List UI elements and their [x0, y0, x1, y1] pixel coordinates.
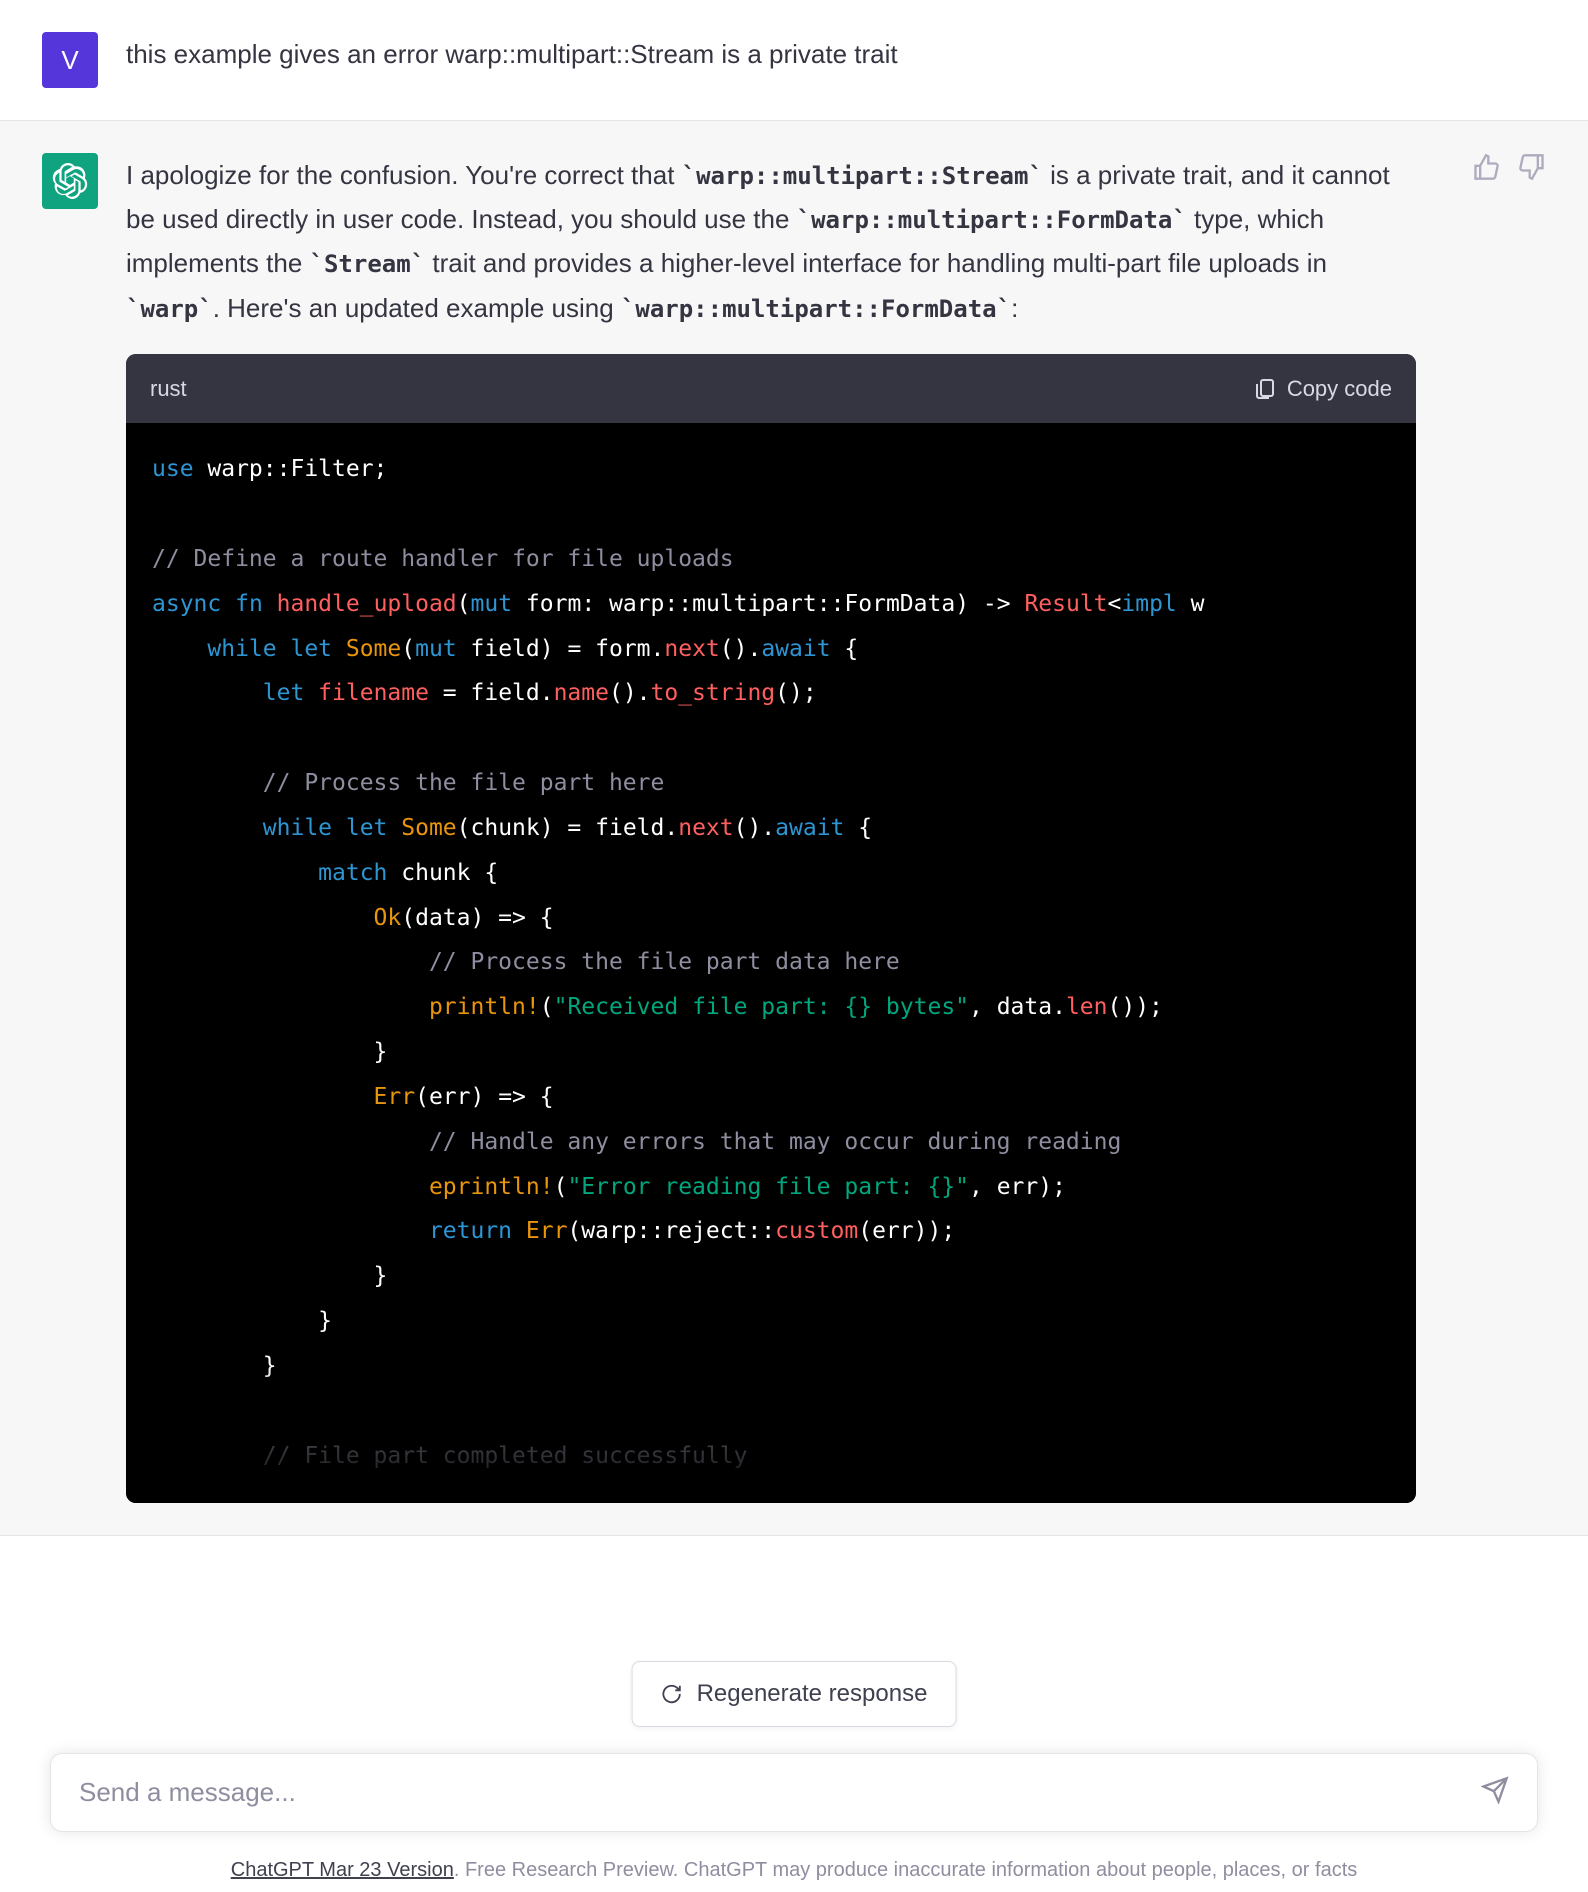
code-body[interactable]: use warp::Filter; // Define a route hand…	[126, 423, 1416, 1502]
assistant-message-text: I apologize for the confusion. You're co…	[126, 153, 1416, 1503]
code-lang-label: rust	[150, 370, 187, 407]
user-avatar: V	[42, 32, 98, 88]
clipboard-icon	[1253, 376, 1277, 400]
inline-code: `warp::multipart::FormData`	[797, 206, 1187, 234]
user-message-row: V this example gives an error warp::mult…	[0, 0, 1588, 121]
copy-code-label: Copy code	[1287, 370, 1392, 407]
openai-logo-icon	[52, 163, 88, 199]
refresh-icon	[661, 1683, 683, 1705]
inline-code: `Stream`	[310, 250, 426, 278]
thumbs-up-icon[interactable]	[1472, 153, 1500, 181]
code-block: rust Copy code use warp::Filter; // Defi…	[126, 354, 1416, 1503]
footer-note: ChatGPT Mar 23 Version. Free Research Pr…	[0, 1859, 1588, 1882]
message-input-container	[50, 1753, 1538, 1832]
send-button[interactable]	[1481, 1776, 1509, 1809]
footer-text: . Free Research Preview. ChatGPT may pro…	[454, 1859, 1357, 1881]
assistant-avatar	[42, 153, 98, 209]
feedback-buttons	[1472, 153, 1546, 181]
user-avatar-letter: V	[61, 45, 78, 76]
code-block-header: rust Copy code	[126, 354, 1416, 423]
thumbs-down-icon[interactable]	[1518, 153, 1546, 181]
copy-code-button[interactable]: Copy code	[1253, 370, 1392, 407]
inline-code: `warp`	[126, 295, 213, 323]
code-fade-overlay	[126, 1363, 1416, 1503]
user-message-text: this example gives an error warp::multip…	[126, 32, 1416, 88]
inline-code: `warp::multipart::Stream`	[682, 162, 1043, 190]
version-link[interactable]: ChatGPT Mar 23 Version	[231, 1859, 454, 1881]
regenerate-button[interactable]: Regenerate response	[632, 1661, 957, 1727]
assistant-message-row: I apologize for the confusion. You're co…	[0, 121, 1588, 1536]
inline-code: `warp::multipart::FormData`	[621, 295, 1011, 323]
regenerate-label: Regenerate response	[697, 1680, 928, 1708]
message-input[interactable]	[79, 1777, 1481, 1808]
send-icon	[1481, 1776, 1509, 1804]
